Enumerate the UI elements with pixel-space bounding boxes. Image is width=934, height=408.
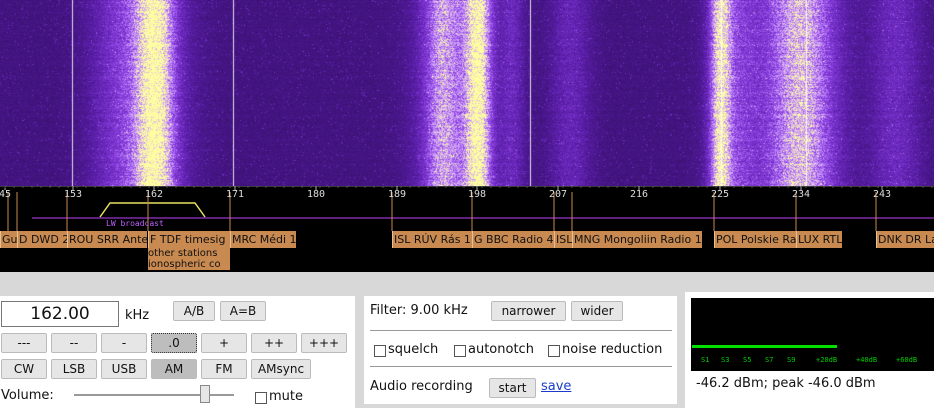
waterfall-display[interactable]	[0, 0, 934, 186]
tick-label: 189	[387, 189, 407, 200]
mode-cw-button[interactable]: CW	[1, 359, 47, 379]
tick-label: 180	[306, 189, 326, 200]
station-label[interactable]: F TDF timesig	[148, 231, 230, 248]
tick-label: 171	[225, 189, 245, 200]
smeter-scale-label: S7	[765, 356, 774, 364]
station-label[interactable]: MRC Médi 1	[230, 231, 296, 248]
record-start-button[interactable]: start	[489, 378, 536, 398]
tick-label: 153	[63, 189, 83, 200]
step-up-medium-button[interactable]: ++	[251, 333, 297, 353]
save-recording-link[interactable]: save	[541, 379, 571, 394]
wider-button[interactable]: wider	[571, 301, 623, 321]
step-down-medium-button[interactable]: --	[51, 333, 97, 353]
squelch-label: squelch	[388, 342, 439, 357]
frequency-input[interactable]: 162.00	[1, 301, 119, 327]
station-label[interactable]: LUX RTL	[796, 231, 842, 248]
station-label[interactable]: D DWD 2	[17, 231, 67, 248]
station-label[interactable]: G BBC Radio 4	[472, 231, 554, 248]
mode-lsb-button[interactable]: LSB	[51, 359, 97, 379]
a-equals-b-button[interactable]: A=B	[220, 301, 266, 321]
passband-indicator[interactable]	[99, 202, 206, 218]
filter-panel: Filter: 9.00 kHz narrower wider squelch …	[364, 296, 677, 404]
station-label[interactable]: ISL	[554, 231, 572, 248]
ab-button[interactable]: A/B	[173, 301, 215, 321]
smeter-scale-label: S5	[743, 356, 752, 364]
tick-label: 234	[791, 189, 811, 200]
round-button[interactable]: .0	[151, 333, 197, 353]
smeter-scale-label: +20dB	[816, 356, 838, 364]
divider	[370, 366, 672, 367]
station-label[interactable]: MNG Mongoliin Radio 1	[572, 231, 702, 248]
smeter-scale-label: S1	[701, 356, 710, 364]
signal-meter: S1 S3 S5 S7 S9 +20dB +40dB +60dB	[691, 298, 934, 371]
station-extra-label[interactable]: ionospheric co	[148, 259, 230, 270]
step-down-small-button[interactable]: -	[101, 333, 147, 353]
tuning-panel: 162.00 kHz A/B A=B --- -- - .0 + ++ +++ …	[0, 296, 355, 408]
mute-checkbox[interactable]	[255, 392, 267, 404]
signal-level-bar	[692, 345, 837, 348]
station-label[interactable]: Gu	[0, 231, 17, 248]
noise-reduction-label: noise reduction	[562, 342, 663, 357]
smeter-scale-label: S3	[721, 356, 730, 364]
band-label: LW broadcast	[106, 219, 164, 228]
smeter-scale-label: +40dB	[856, 356, 878, 364]
autonotch-label: autonotch	[468, 342, 534, 357]
noise-reduction-checkbox[interactable]	[548, 345, 560, 357]
tick-label: 207	[548, 189, 568, 200]
step-up-small-button[interactable]: +	[201, 333, 247, 353]
mode-fm-button[interactable]: FM	[201, 359, 247, 379]
step-up-large-button[interactable]: +++	[301, 333, 347, 353]
smeter-scale-label: S9	[787, 356, 796, 364]
smeter-scale-label: +60dB	[896, 356, 918, 364]
frequency-unit: kHz	[125, 308, 150, 323]
narrower-button[interactable]: narrower	[491, 301, 566, 321]
tick-label: 216	[629, 189, 649, 200]
mode-amsync-button[interactable]: AMsync	[251, 359, 311, 379]
station-label[interactable]: ISL RÚV Rás 1	[392, 231, 472, 248]
tick-label: 162	[144, 189, 164, 200]
signal-readout: -46.2 dBm; peak -46.0 dBm	[696, 376, 876, 391]
station-extra-label[interactable]: other stations	[148, 248, 230, 259]
squelch-checkbox[interactable]	[374, 345, 386, 357]
filter-bandwidth-label: Filter: 9.00 kHz	[370, 303, 468, 318]
autonotch-checkbox[interactable]	[454, 345, 466, 357]
frequency-scale[interactable]: 45 153 162 171 180 189 198 207 216 225 2…	[0, 186, 934, 272]
audio-recording-label: Audio recording	[370, 379, 473, 394]
volume-label: Volume:	[1, 388, 54, 403]
mode-usb-button[interactable]: USB	[101, 359, 147, 379]
tick-label: 243	[872, 189, 892, 200]
divider	[370, 330, 672, 331]
station-label[interactable]: POL Polskie Ra	[714, 231, 796, 248]
tick-label: 225	[710, 189, 730, 200]
mute-label: mute	[269, 389, 303, 404]
tick-label: 45	[0, 189, 12, 200]
volume-slider-thumb[interactable]	[200, 385, 211, 403]
mode-am-button[interactable]: AM	[151, 359, 197, 379]
step-down-large-button[interactable]: ---	[1, 333, 47, 353]
tick-label: 198	[467, 189, 487, 200]
station-label[interactable]: DNK DR La	[876, 231, 934, 248]
station-label[interactable]: ROU SRR Ante	[67, 231, 147, 248]
smeter-panel: S1 S3 S5 S7 S9 +20dB +40dB +60dB -46.2 d…	[685, 292, 934, 408]
